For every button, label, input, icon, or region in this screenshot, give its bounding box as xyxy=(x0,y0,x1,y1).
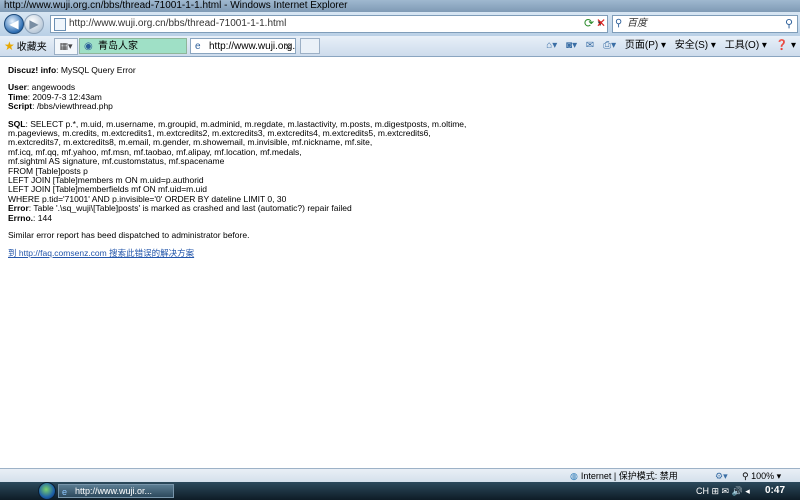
close-tab-icon[interactable]: ✕ xyxy=(284,39,292,53)
command-bar: ★收藏夹 ▦▾ ◉ 青岛人家 e http://www.wuji.org.cn.… xyxy=(0,36,800,57)
toolbar-tools: ⌂▾ ◙▾ ✉ ⎙▾ 页面(P) ▾ 安全(S) ▾ 工具(O) ▾ ❓ ▾ xyxy=(540,38,796,54)
taskbar-ie-window[interactable]: e http://www.wuji.or... xyxy=(58,484,174,498)
tools-menu[interactable]: 工具(O) ▾ xyxy=(725,40,767,51)
tab-qingdao[interactable]: ◉ 青岛人家 xyxy=(79,38,187,54)
print-icon[interactable]: ⎙▾ xyxy=(603,40,616,51)
system-tray[interactable]: CH ⊞ ✉ 🔊 ◂ xyxy=(696,484,750,498)
taskbar: e http://www.wuji.or... CH ⊞ ✉ 🔊 ◂ 0:47 xyxy=(0,482,800,500)
quick-tabs-icon[interactable]: ▦▾ xyxy=(54,38,78,55)
safety-menu[interactable]: 安全(S) ▾ xyxy=(675,40,716,51)
back-button[interactable]: ◀ xyxy=(4,14,24,34)
home-icon[interactable]: ⌂▾ xyxy=(546,40,557,51)
error-message: Error: Table '.\sq_wuji\[Table]posts' is… xyxy=(8,203,352,214)
stop-icon[interactable]: ✕ xyxy=(594,16,608,30)
faq-link[interactable]: 到 http://faq.comsenz.com 搜索此错误的解决方案 xyxy=(8,248,194,258)
error-sql-line: mf.sightml AS signature, mf.customstatus… xyxy=(8,156,225,167)
help-menu[interactable]: ❓ ▾ xyxy=(776,40,796,51)
zoom-control[interactable]: ⚲ 100% ▾ xyxy=(742,469,781,483)
search-provider-icon: ⚲ xyxy=(615,18,623,29)
globe-icon: ◍ xyxy=(570,471,578,481)
window-title: http://www.wuji.org.cn/bbs/thread-71001-… xyxy=(4,0,348,11)
status-bar: ◍ Internet | 保护模式: 禁用 ⚙▾ ⚲ 100% ▾ xyxy=(0,468,800,483)
clock[interactable]: 0:47 xyxy=(765,484,785,498)
search-icon[interactable]: ⚲ xyxy=(785,17,793,31)
favorites-label: 收藏夹 xyxy=(16,42,47,53)
tab-label: 青岛人家 xyxy=(98,41,138,52)
favorites-button[interactable]: ★ 收藏夹 xyxy=(4,38,47,54)
new-tab-button[interactable] xyxy=(300,38,320,54)
start-button[interactable] xyxy=(38,482,56,500)
forward-button[interactable]: ▶ xyxy=(24,14,44,34)
star-icon: ★ xyxy=(4,39,15,53)
feeds-icon[interactable]: ◙▾ xyxy=(566,40,577,51)
error-user: User: angewoods xyxy=(8,82,76,93)
error-number: Errno.: 144 xyxy=(8,212,52,223)
tab-label: http://www.wuji.org.cn... xyxy=(209,41,296,52)
page-menu[interactable]: 页面(P) ▾ xyxy=(625,40,666,51)
error-report-text: Similar error report has beed dispatched… xyxy=(8,230,250,241)
ie-icon: e xyxy=(195,41,201,52)
error-heading: Discuz! info: MySQL Query Error xyxy=(8,65,136,75)
mail-icon[interactable]: ✉ xyxy=(586,40,594,51)
tab-wuji[interactable]: e http://www.wuji.org.cn... ✕ xyxy=(190,38,296,54)
error-script: Script: /bbs/viewthread.php xyxy=(8,101,113,112)
page-content: Discuz! info: MySQL Query Error User: an… xyxy=(8,65,788,258)
settings-icon[interactable]: ⚙▾ xyxy=(715,469,728,483)
search-input[interactable]: 百度 xyxy=(627,17,647,31)
error-time: Time: 2009-7-3 12:43am xyxy=(8,91,102,102)
window-titlebar: http://www.wuji.org.cn/bbs/thread-71001-… xyxy=(0,0,800,12)
page-icon xyxy=(54,18,66,31)
address-input[interactable]: http://www.wuji.org.cn/bbs/thread-71001-… xyxy=(69,17,286,31)
address-bar[interactable]: http://www.wuji.org.cn/bbs/thread-71001-… xyxy=(50,15,608,33)
search-box[interactable]: ⚲ 百度 ⚲ xyxy=(612,15,798,33)
zoom-icon: ⚲ xyxy=(742,471,752,481)
page-icon: ◉ xyxy=(84,41,93,52)
security-zone[interactable]: ◍ Internet | 保护模式: 禁用 xyxy=(570,469,678,483)
navigation-bar: ◀ ▶ http://www.wuji.org.cn/bbs/thread-71… xyxy=(0,12,800,36)
ie-icon: e xyxy=(62,487,68,497)
